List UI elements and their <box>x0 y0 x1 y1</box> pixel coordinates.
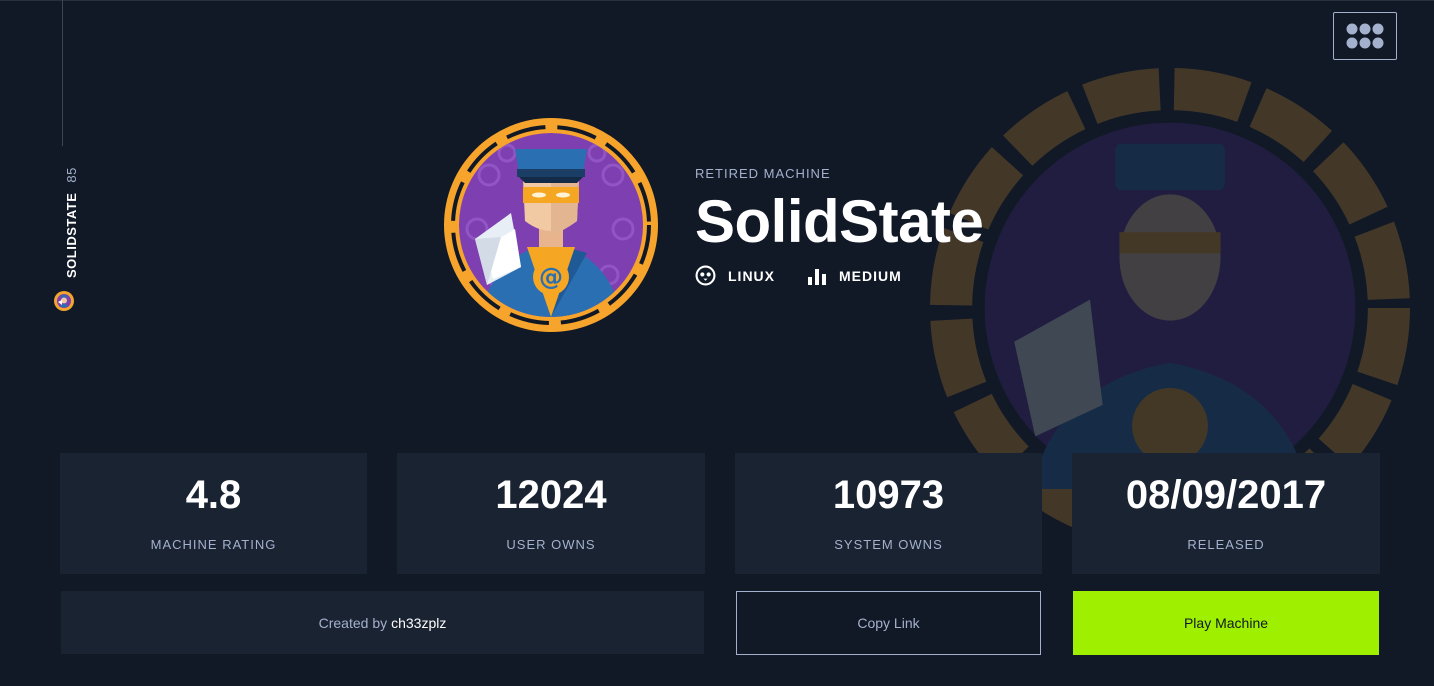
stat-value: 08/09/2017 <box>1125 473 1327 517</box>
difficulty-bars-icon <box>808 268 826 285</box>
stat-system-owns: 10973 SYSTEM OWNS <box>735 453 1042 574</box>
stat-label: RELEASED <box>1187 537 1265 552</box>
creator-info: Created by ch33zplz <box>61 591 704 654</box>
rail-avatar-icon <box>54 291 74 311</box>
grid-dots-icon <box>1346 23 1384 49</box>
machine-status: RETIRED MACHINE <box>695 166 831 181</box>
author-link[interactable]: ch33zplz <box>391 615 446 631</box>
os-label: LINUX <box>728 267 775 284</box>
rail-machine-title: SOLIDSTATE 85 <box>64 167 79 278</box>
stat-value: 12024 <box>495 473 607 517</box>
stat-value: 10973 <box>832 473 945 517</box>
stat-released: 08/09/2017 RELEASED <box>1072 453 1380 574</box>
rail-divider <box>62 0 63 146</box>
created-by-label: Created by <box>318 614 388 631</box>
copy-link-button[interactable]: Copy Link <box>736 591 1041 655</box>
os-tag: LINUX <box>695 265 775 286</box>
machine-name: SolidState <box>695 188 984 255</box>
svg-text:@: @ <box>539 263 563 291</box>
apps-grid-button[interactable] <box>1333 12 1397 60</box>
stat-label: MACHINE RATING <box>150 537 277 552</box>
top-border <box>0 0 1434 1</box>
machine-avatar: @ <box>444 118 658 332</box>
machine-tags: LINUX MEDIUM <box>695 265 983 286</box>
play-machine-button[interactable]: Play Machine <box>1073 591 1379 655</box>
stat-label: SYSTEM OWNS <box>834 537 943 552</box>
rail-machine-number: 85 <box>64 167 79 183</box>
stat-user-owns: 12024 USER OWNS <box>397 453 705 574</box>
rail-machine-name: SOLIDSTATE <box>64 192 79 278</box>
linux-tux-icon <box>695 265 716 286</box>
stat-label: USER OWNS <box>506 537 596 552</box>
machine-info: RETIRED MACHINE SolidState LINUX MEDIUM <box>695 166 984 286</box>
difficulty-tag: MEDIUM <box>807 267 902 285</box>
difficulty-label: MEDIUM <box>839 267 902 284</box>
stat-machine-rating: 4.8 MACHINE RATING <box>60 453 367 574</box>
stat-value: 4.8 <box>185 473 242 517</box>
